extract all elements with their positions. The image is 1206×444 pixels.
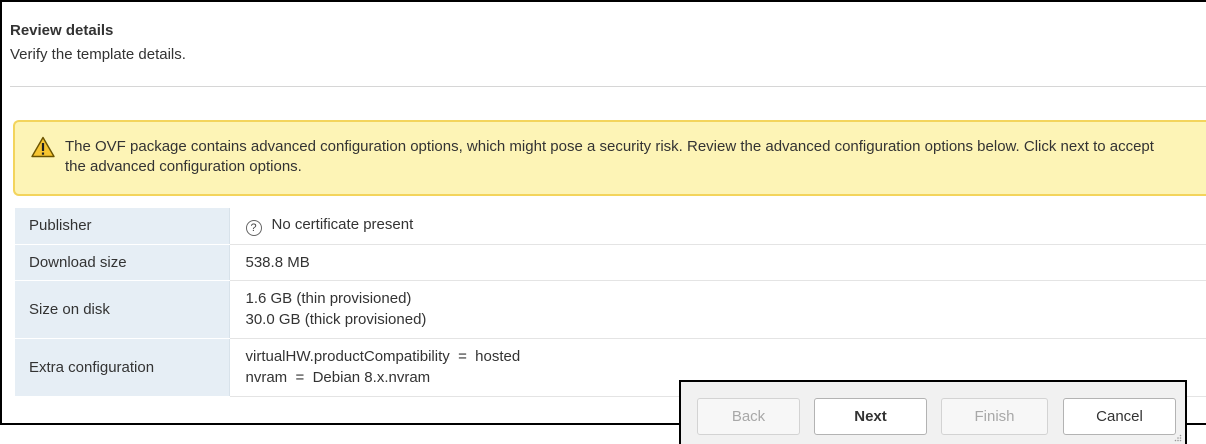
publisher-value: No certificate present [271, 215, 414, 233]
download-size-label: Download size [15, 244, 230, 281]
security-warning-banner: The OVF package contains advanced config… [13, 120, 1206, 196]
size-thick-value: 30.0 GB (thick provisioned) [245, 311, 427, 328]
table-row-publisher: Publisher ? No certificate present [15, 208, 1206, 245]
extra-config-line-1: virtualHW.productCompatibility = hosted [245, 348, 521, 365]
cancel-button[interactable]: Cancel [1063, 398, 1176, 435]
warning-message: The OVF package contains advanced config… [65, 138, 1154, 175]
size-on-disk-value-cell: 1.6 GB (thin provisioned) 30.0 GB (thick… [229, 280, 1206, 339]
finish-button[interactable]: Finish [941, 398, 1048, 435]
extra-configuration-label: Extra configuration [15, 338, 230, 397]
back-button[interactable]: Back [697, 398, 800, 435]
warning-triangle-icon [31, 136, 55, 158]
page-title: Review details [10, 22, 114, 39]
size-on-disk-label: Size on disk [15, 280, 230, 339]
wizard-button-bar: Back Next Finish Cancel [679, 380, 1187, 444]
publisher-value-cell: ? No certificate present [229, 208, 1206, 245]
table-row-size-on-disk: Size on disk 1.6 GB (thin provisioned) 3… [15, 280, 1206, 339]
resize-grip-icon[interactable] [1174, 434, 1182, 442]
publisher-label: Publisher [15, 208, 230, 245]
download-size-value: 538.8 MB [229, 244, 1206, 281]
size-thin-value: 1.6 GB (thin provisioned) [245, 290, 412, 307]
review-details-panel: Review details Verify the template detai… [0, 0, 1206, 425]
table-row-download-size: Download size 538.8 MB [15, 244, 1206, 281]
details-table: Publisher ? No certificate present Downlo… [15, 208, 1206, 397]
help-circle-icon[interactable]: ? [245, 219, 262, 236]
page-subtitle: Verify the template details. [10, 46, 186, 63]
next-button[interactable]: Next [814, 398, 927, 435]
header-divider [10, 86, 1206, 87]
